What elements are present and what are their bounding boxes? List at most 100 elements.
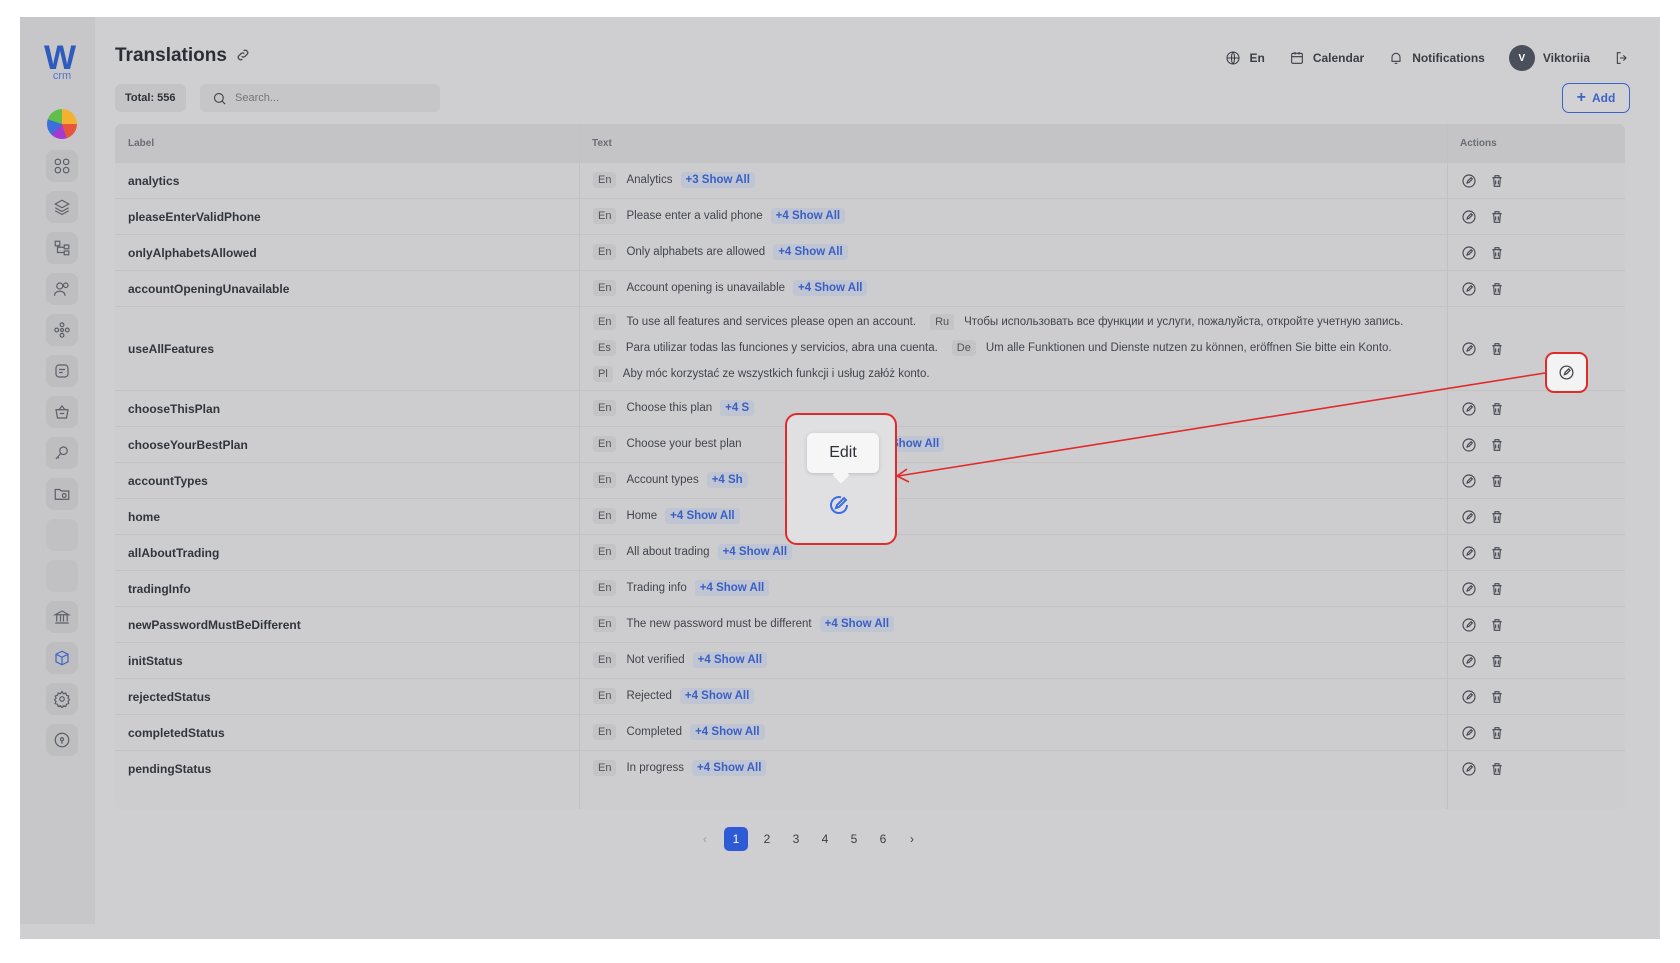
- page-1[interactable]: 1: [724, 827, 748, 851]
- show-all-link[interactable]: +4 Show All: [692, 652, 768, 668]
- shield-icon[interactable]: [46, 724, 78, 756]
- settings-icon[interactable]: [46, 683, 78, 715]
- page-5[interactable]: 5: [844, 827, 864, 851]
- edit-icon[interactable]: [1461, 617, 1477, 638]
- add-button[interactable]: + Add: [1562, 83, 1630, 113]
- blank-nav-1[interactable]: [46, 519, 78, 551]
- trash-icon[interactable]: [1489, 281, 1505, 302]
- edit-icon[interactable]: [1461, 473, 1477, 494]
- page-4[interactable]: 4: [815, 827, 835, 851]
- highlighted-edit-button[interactable]: [1545, 352, 1588, 393]
- show-all-link[interactable]: +4 Show All: [717, 544, 793, 560]
- basket-icon[interactable]: [46, 396, 78, 428]
- hierarchy-icon[interactable]: [46, 232, 78, 264]
- lang-badge: En: [593, 544, 617, 560]
- page-3[interactable]: 3: [786, 827, 806, 851]
- language-switch[interactable]: En: [1225, 50, 1265, 66]
- row-text: En Not verified +4 Show All: [593, 652, 768, 668]
- show-all-link[interactable]: +4 Show All: [770, 208, 846, 224]
- edit-icon[interactable]: [1461, 209, 1477, 230]
- user-name: Viktoriia: [1542, 51, 1590, 65]
- search-input[interactable]: [235, 92, 425, 104]
- edit-icon[interactable]: [1461, 761, 1477, 782]
- edit-icon[interactable]: [1461, 173, 1477, 194]
- row-label: accountOpeningUnavailable: [128, 282, 290, 296]
- search-box[interactable]: [200, 84, 440, 112]
- show-all-link[interactable]: +4 Sh: [706, 472, 748, 488]
- tickets-icon[interactable]: [46, 355, 78, 387]
- col-actions: Actions: [1460, 138, 1497, 149]
- trash-icon[interactable]: [1489, 341, 1505, 362]
- show-all-link[interactable]: +4 Show All: [679, 688, 755, 704]
- row-label: chooseYourBestPlan: [128, 438, 248, 452]
- trash-icon[interactable]: [1489, 509, 1505, 530]
- blank-nav-2[interactable]: [46, 560, 78, 592]
- translation-text: Only alphabets are allowed: [626, 246, 766, 258]
- edit-icon[interactable]: [1461, 341, 1477, 362]
- row-text: En Only alphabets are allowed +4 Show All: [593, 244, 848, 260]
- trash-icon[interactable]: [1489, 437, 1505, 458]
- folder-icon[interactable]: [46, 478, 78, 510]
- edit-icon[interactable]: [1461, 725, 1477, 746]
- user-menu[interactable]: V Viktoriia: [1508, 45, 1590, 71]
- row-actions: [1461, 473, 1505, 494]
- show-all-link[interactable]: +4 S: [720, 400, 755, 416]
- calendar-link[interactable]: Calendar: [1289, 50, 1364, 66]
- row-text: En Please enter a valid phone +4 Show All: [593, 208, 846, 224]
- key-icon[interactable]: [46, 437, 78, 469]
- trash-icon[interactable]: [1489, 209, 1505, 230]
- notifications-link[interactable]: Notifications: [1388, 50, 1485, 66]
- table-row: tradingInfo En Trading info +4 Show All: [115, 570, 1625, 606]
- layers-icon[interactable]: [46, 191, 78, 223]
- trash-icon[interactable]: [1489, 689, 1505, 710]
- logout-icon[interactable]: [1614, 50, 1630, 66]
- tooltip-callout: Edit: [785, 413, 897, 545]
- show-all-link[interactable]: +3 Show All: [680, 172, 755, 188]
- edit-icon[interactable]: [1461, 437, 1477, 458]
- show-all-link[interactable]: +4 Show All: [793, 280, 868, 296]
- show-all-link[interactable]: +4 Show All: [694, 580, 770, 596]
- edit-icon[interactable]: [1461, 545, 1477, 566]
- prev-page-button[interactable]: ‹: [695, 827, 715, 851]
- edit-icon[interactable]: [1461, 689, 1477, 710]
- bank-icon[interactable]: [46, 601, 78, 633]
- trash-icon[interactable]: [1489, 761, 1505, 782]
- trash-icon[interactable]: [1489, 245, 1505, 266]
- notifications-label: Notifications: [1412, 51, 1485, 65]
- row-label: pleaseEnterValidPhone: [128, 210, 261, 224]
- show-all-link[interactable]: +4 Show All: [819, 616, 895, 632]
- table-row: completedStatus En Completed +4 Show All: [115, 714, 1625, 750]
- next-page-button[interactable]: ›: [902, 827, 922, 851]
- show-all-link[interactable]: +4 Show All: [692, 760, 767, 776]
- trash-icon[interactable]: [1489, 401, 1505, 422]
- show-all-link[interactable]: +4 Show All: [773, 244, 848, 260]
- users-icon[interactable]: [46, 273, 78, 305]
- show-all-link[interactable]: +4 Show All: [665, 508, 740, 524]
- page-2[interactable]: 2: [757, 827, 777, 851]
- trash-icon[interactable]: [1489, 545, 1505, 566]
- edit-icon[interactable]: [1461, 281, 1477, 302]
- trash-icon[interactable]: [1489, 653, 1505, 674]
- top-bar: En Calendar Notifications V Viktoriia: [1225, 45, 1630, 71]
- bell-icon: [1391, 52, 1401, 64]
- edit-icon[interactable]: [1461, 401, 1477, 422]
- pie-icon[interactable]: [47, 109, 77, 139]
- link-icon[interactable]: [235, 47, 251, 63]
- edit-icon[interactable]: [1461, 581, 1477, 602]
- edit-icon[interactable]: [1461, 245, 1477, 266]
- trash-icon[interactable]: [1489, 581, 1505, 602]
- page-6[interactable]: 6: [873, 827, 893, 851]
- edit-icon[interactable]: [1461, 509, 1477, 530]
- show-all-link[interactable]: +4 Show All: [690, 724, 765, 740]
- dashboard-icon[interactable]: [46, 150, 78, 182]
- edit-icon[interactable]: [1461, 653, 1477, 674]
- trash-icon[interactable]: [1489, 173, 1505, 194]
- language-label: En: [1249, 51, 1265, 65]
- logo[interactable]: W crm: [44, 41, 80, 82]
- trash-icon[interactable]: [1489, 617, 1505, 638]
- edit-icon[interactable]: [827, 493, 853, 519]
- trash-icon[interactable]: [1489, 473, 1505, 494]
- network-icon[interactable]: [46, 314, 78, 346]
- trash-icon[interactable]: [1489, 725, 1505, 746]
- cube-icon[interactable]: [46, 642, 78, 674]
